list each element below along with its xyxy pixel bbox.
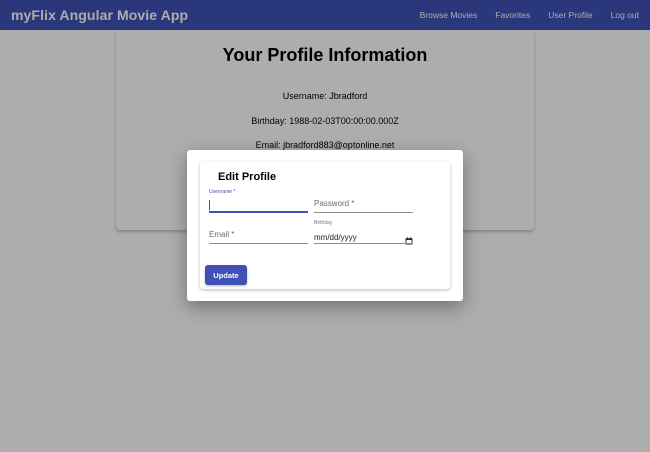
birthday-field[interactable]: Birthday mm/dd/yyyy (314, 220, 413, 245)
password-underline (314, 212, 413, 213)
calendar-icon[interactable] (405, 232, 413, 245)
username-label: Username * (209, 189, 236, 195)
username-field[interactable]: Username * (209, 189, 308, 213)
email-placeholder: Email * (209, 230, 235, 239)
edit-profile-card: Edit Profile Username * Password * Email… (200, 162, 450, 289)
update-button[interactable]: Update (205, 265, 247, 285)
text-cursor (209, 200, 210, 210)
dialog-title: Edit Profile (218, 171, 277, 183)
birthday-label: Birthday (314, 220, 333, 226)
birthday-value: mm/dd/yyyy (314, 233, 357, 242)
password-placeholder: Password * (314, 199, 355, 208)
email-underline (209, 243, 308, 244)
birthday-underline (314, 243, 413, 244)
edit-profile-dialog: Edit Profile Username * Password * Email… (187, 150, 463, 301)
password-field[interactable]: Password * (314, 189, 413, 213)
email-field[interactable]: Email * (209, 220, 308, 244)
username-underline (209, 211, 308, 213)
